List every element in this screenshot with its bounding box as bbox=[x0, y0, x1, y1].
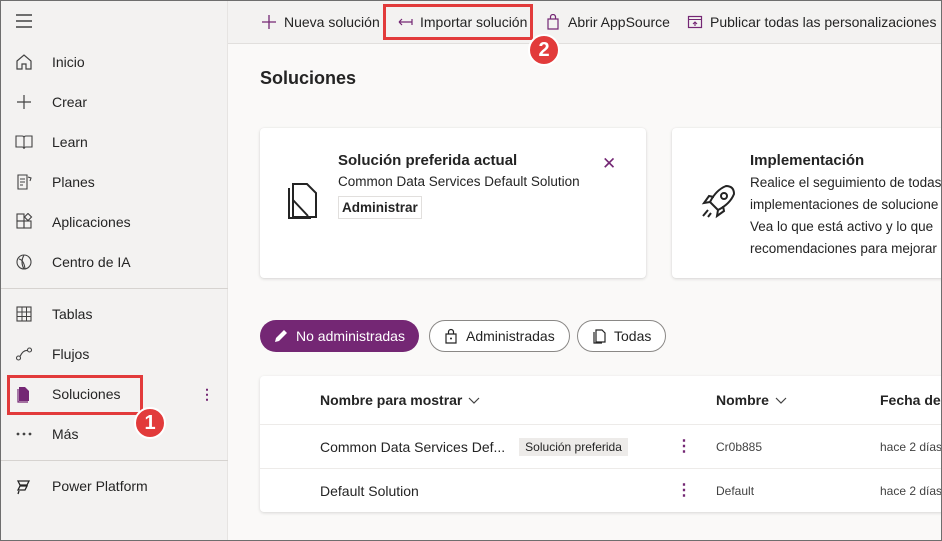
nav-divider bbox=[0, 460, 228, 461]
nav-label: Crear bbox=[52, 94, 88, 110]
publish-all-label: Publicar todas las personalizaciones bbox=[710, 14, 937, 30]
column-header-date[interactable]: Fecha de bbox=[880, 392, 941, 408]
nav-item-aplicaciones[interactable]: Aplicaciones bbox=[0, 202, 228, 242]
power-platform-icon bbox=[14, 476, 34, 496]
flow-icon bbox=[14, 344, 34, 364]
page-title: Soluciones bbox=[260, 68, 357, 88]
highlight-box-soluciones bbox=[7, 375, 143, 415]
book-icon bbox=[14, 132, 34, 152]
nav-item-learn[interactable]: Learn bbox=[0, 122, 228, 162]
close-icon[interactable]: ✕ bbox=[602, 154, 616, 174]
chevron-down-icon bbox=[468, 397, 480, 404]
ai-hub-icon bbox=[14, 252, 34, 272]
column-header-label: Nombre para mostrar bbox=[320, 392, 463, 408]
nav-label: Tablas bbox=[52, 306, 93, 322]
open-appsource-button[interactable]: Abrir AppSource bbox=[544, 0, 670, 44]
nav-item-crear[interactable]: Crear bbox=[0, 82, 228, 122]
new-solution-button[interactable]: Nueva solución bbox=[260, 0, 380, 44]
deployment-title: Implementación bbox=[750, 152, 865, 169]
solution-document-icon bbox=[284, 178, 324, 222]
nav-item-inicio[interactable]: Inicio bbox=[0, 42, 228, 82]
row-name: Default bbox=[716, 484, 755, 498]
row-display-name: Default Solution bbox=[320, 469, 419, 512]
nav-item-flujos[interactable]: Flujos bbox=[0, 334, 228, 374]
chevron-down-icon bbox=[775, 397, 787, 404]
publish-icon bbox=[686, 13, 704, 31]
nav-item-power-platform[interactable]: Power Platform bbox=[0, 466, 228, 506]
nav-item-tablas[interactable]: Tablas bbox=[0, 294, 228, 334]
deployment-line: Realice el seguimiento de todas bbox=[750, 175, 942, 190]
solutions-table: Nombre para mostrar Nombre Fecha de Comm… bbox=[260, 376, 942, 512]
manage-button[interactable]: Administrar bbox=[338, 196, 422, 219]
new-solution-label: Nueva solución bbox=[284, 14, 380, 30]
deployment-line: implementaciones de solucione bbox=[750, 197, 939, 212]
row-more-options-icon[interactable]: ⋮ bbox=[676, 437, 692, 457]
documents-icon bbox=[590, 327, 608, 345]
nav-label: Aplicaciones bbox=[52, 214, 131, 230]
filter-label: No administradas bbox=[296, 328, 405, 344]
deployment-line: recomendaciones para mejorar bbox=[750, 241, 937, 256]
nav-label: Flujos bbox=[52, 346, 90, 362]
row-date: hace 2 días bbox=[880, 440, 942, 454]
deployment-description: Realice el seguimiento de todas implemen… bbox=[750, 172, 941, 260]
lock-bag-icon bbox=[442, 327, 460, 345]
row-more-options-icon[interactable]: ⋮ bbox=[676, 481, 692, 501]
pencil-icon bbox=[272, 327, 290, 345]
highlight-box-import bbox=[383, 4, 533, 40]
step-badge-1: 1 bbox=[134, 407, 166, 439]
plan-icon bbox=[14, 172, 34, 192]
column-header-label: Nombre bbox=[716, 392, 769, 408]
nav-item-centro-ia[interactable]: Centro de IA bbox=[0, 242, 228, 282]
row-name: Cr0b885 bbox=[716, 440, 763, 454]
hamburger-menu-icon[interactable] bbox=[14, 12, 34, 30]
plus-icon bbox=[260, 13, 278, 31]
filter-managed-pill[interactable]: Administradas bbox=[429, 320, 570, 352]
preferred-solution-card: Solución preferida actual Common Data Se… bbox=[260, 128, 646, 278]
plus-icon bbox=[14, 92, 34, 112]
nav-label: Power Platform bbox=[52, 478, 148, 494]
filter-unmanaged-pill[interactable]: No administradas bbox=[260, 320, 419, 352]
publish-all-button[interactable]: Publicar todas las personalizaciones bbox=[686, 0, 936, 44]
command-bar: Nueva solución Importar solución Abrir A… bbox=[228, 0, 942, 44]
preferred-badge: Solución preferida bbox=[519, 438, 628, 456]
left-nav: Inicio Crear Learn Planes Aplicaciones C… bbox=[0, 0, 228, 541]
step-badge-2: 2 bbox=[528, 34, 560, 66]
nav-label: Learn bbox=[52, 134, 88, 150]
deployment-line: Vea lo que está activo y lo que bbox=[750, 219, 934, 234]
home-icon bbox=[14, 52, 34, 72]
row-date: hace 2 días bbox=[880, 484, 942, 498]
shopping-bag-icon bbox=[544, 13, 562, 31]
nav-label: Más bbox=[52, 426, 79, 442]
column-header-display-name[interactable]: Nombre para mostrar bbox=[320, 392, 480, 408]
nav-item-more-options-icon[interactable]: ⋮ bbox=[200, 384, 214, 404]
table-icon bbox=[14, 304, 34, 324]
nav-label: Centro de IA bbox=[52, 254, 131, 270]
more-icon bbox=[14, 424, 34, 444]
preferred-solution-title: Solución preferida actual bbox=[338, 152, 518, 169]
preferred-solution-name: Common Data Services Default Solution bbox=[338, 174, 580, 189]
filter-all-pill[interactable]: Todas bbox=[577, 320, 667, 352]
row-display-text: Common Data Services Def... bbox=[320, 439, 506, 455]
row-display-text: Default Solution bbox=[320, 483, 419, 499]
column-header-name[interactable]: Nombre bbox=[716, 392, 787, 408]
filter-label: Todas bbox=[614, 328, 652, 344]
main-content: Soluciones Solución preferida actual Com… bbox=[228, 44, 942, 541]
table-row[interactable]: Default Solution ⋮ Default hace 2 días bbox=[260, 468, 942, 512]
nav-divider bbox=[0, 288, 228, 289]
nav-label: Inicio bbox=[52, 54, 85, 70]
nav-label: Planes bbox=[52, 174, 95, 190]
column-header-label: Fecha de bbox=[880, 392, 941, 408]
deployment-card: Implementación Realice el seguimiento de… bbox=[672, 128, 942, 278]
row-display-name: Common Data Services Def... Solución pre… bbox=[320, 425, 628, 469]
rocket-icon bbox=[696, 180, 740, 224]
nav-item-mas[interactable]: Más bbox=[0, 414, 228, 454]
apps-icon bbox=[14, 212, 34, 232]
filter-label: Administradas bbox=[466, 328, 555, 344]
open-appsource-label: Abrir AppSource bbox=[568, 14, 670, 30]
table-row[interactable]: Common Data Services Def... Solución pre… bbox=[260, 424, 942, 468]
nav-item-planes[interactable]: Planes bbox=[0, 162, 228, 202]
